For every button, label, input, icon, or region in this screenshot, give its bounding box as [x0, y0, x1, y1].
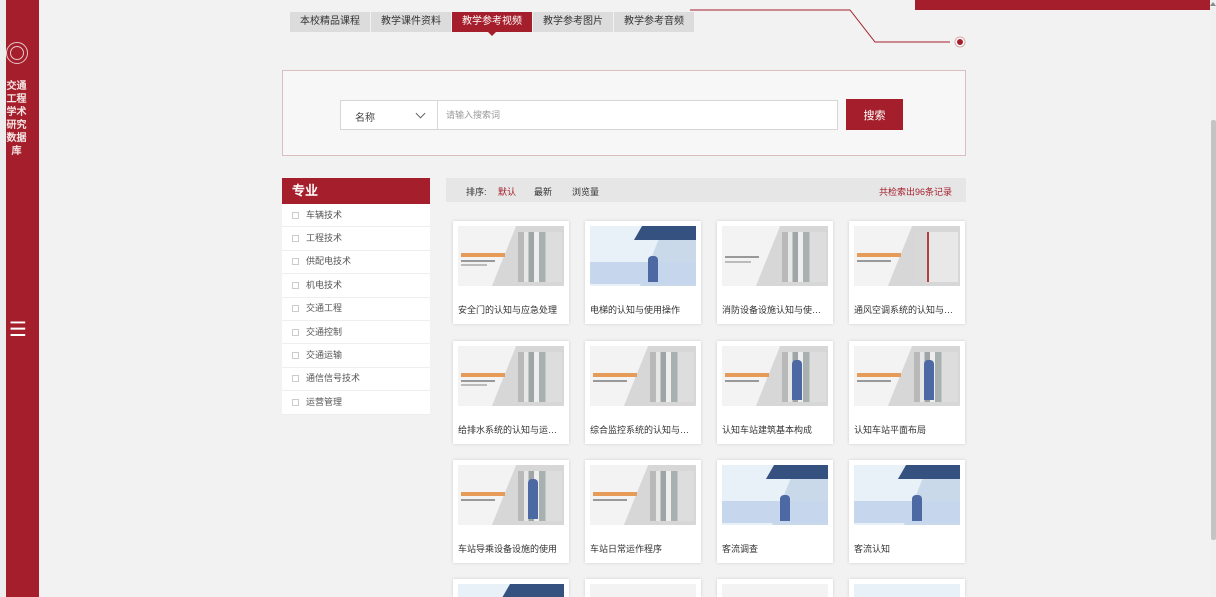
filter-item-label: 车辆技术 [306, 209, 343, 220]
tab-teaching-materials[interactable]: 教学课件资料 [371, 12, 451, 32]
search-button[interactable]: 搜索 [846, 99, 903, 130]
video-title[interactable]: 客流认知 [854, 542, 962, 555]
menu-icon[interactable]: ☰ [9, 320, 27, 340]
video-card[interactable]: 车站导乘设备设施的使用 [453, 460, 569, 563]
major-filter-panel: 专业 车辆技术 工程技术 供配电技术 机电技术 交通工程 交通控制 交通运输 通… [282, 178, 430, 415]
tab-quality-courses[interactable]: 本校精品课程 [290, 12, 370, 32]
checkbox[interactable] [292, 305, 299, 313]
video-thumbnail [458, 584, 564, 597]
video-title[interactable]: 认知车站建筑基本构成 [722, 423, 830, 436]
video-card[interactable] [453, 579, 569, 597]
video-thumbnail [458, 465, 564, 525]
video-card[interactable]: 车站日常运作程序 [585, 460, 701, 563]
video-title[interactable]: 给排水系统的认知与运行管... [458, 423, 566, 436]
video-thumbnail [458, 346, 564, 406]
video-card[interactable]: 安全门的认知与应急处理 [453, 221, 569, 324]
chevron-down-icon [415, 108, 426, 119]
video-title[interactable]: 综合监控系统的认知与使用... [590, 423, 698, 436]
filter-item[interactable]: 通信信号技术 [282, 368, 430, 392]
filter-item-label: 供配电技术 [306, 256, 352, 267]
video-card[interactable]: 通风空调系统的认知与运行... [849, 221, 965, 324]
video-card[interactable]: 认知车站平面布局 [849, 341, 965, 444]
search-field-select[interactable]: 名称 [340, 100, 438, 130]
filter-item-label: 运营管理 [306, 396, 343, 407]
filter-item-label: 交通控制 [306, 326, 343, 337]
result-count: 共检索出96条记录 [878, 187, 952, 197]
video-title[interactable]: 消防设备设施认知与使用操... [722, 303, 830, 316]
video-card[interactable]: 消防设备设施认知与使用操... [717, 221, 833, 324]
checkbox[interactable] [292, 211, 299, 219]
sort-views[interactable]: 浏览量 [572, 185, 599, 198]
university-logo-icon [6, 42, 28, 64]
filter-item-label: 工程技术 [306, 233, 343, 244]
tab-reference-audio[interactable]: 教学参考音频 [614, 12, 694, 32]
filter-item[interactable]: 交通控制 [282, 321, 430, 345]
checkbox[interactable] [292, 398, 299, 406]
video-thumbnail [854, 584, 960, 597]
checkbox[interactable] [292, 328, 299, 336]
video-thumbnail [854, 346, 960, 406]
scrollbar-thumb[interactable] [1211, 120, 1216, 540]
sort-newest[interactable]: 最新 [534, 185, 552, 198]
video-card[interactable] [585, 579, 701, 597]
sort-default[interactable]: 默认 [498, 185, 516, 198]
video-thumbnail [590, 226, 696, 286]
sort-label: 排序: [466, 187, 487, 197]
filter-item[interactable]: 车辆技术 [282, 204, 430, 228]
video-thumbnail [722, 226, 828, 286]
search-field-value: 名称 [355, 113, 375, 124]
filter-item[interactable]: 交通工程 [282, 298, 430, 321]
filter-item-label: 通信信号技术 [306, 373, 361, 384]
video-title[interactable]: 电梯的认知与使用操作 [590, 303, 698, 316]
video-thumbnail [722, 465, 828, 525]
video-title[interactable]: 客流调查 [722, 542, 830, 555]
checkbox[interactable] [292, 375, 299, 383]
video-thumbnail [458, 226, 564, 286]
video-card[interactable]: 客流调查 [717, 460, 833, 563]
video-title[interactable]: 认知车站平面布局 [854, 423, 962, 436]
filter-item-label: 交通工程 [306, 303, 343, 314]
checkbox[interactable] [292, 352, 299, 360]
video-card[interactable]: 综合监控系统的认知与使用... [585, 341, 701, 444]
filter-item[interactable]: 供配电技术 [282, 251, 430, 275]
video-card[interactable] [849, 579, 965, 597]
video-card[interactable] [717, 579, 833, 597]
video-title[interactable]: 车站导乘设备设施的使用 [458, 542, 566, 555]
database-title: 交通工程学术研究数据库 [6, 81, 27, 157]
video-title[interactable]: 车站日常运作程序 [590, 542, 698, 555]
filter-item[interactable]: 机电技术 [282, 274, 430, 298]
video-thumbnail [590, 465, 696, 525]
checkbox[interactable] [292, 281, 299, 289]
video-thumbnail [854, 226, 960, 286]
checkbox[interactable] [292, 235, 299, 243]
video-card[interactable]: 给排水系统的认知与运行管... [453, 341, 569, 444]
scroll-up-icon[interactable] [1210, 2, 1216, 6]
video-card[interactable]: 客流认知 [849, 460, 965, 563]
filter-title: 专业 [282, 178, 430, 204]
filter-item[interactable]: 运营管理 [282, 391, 430, 415]
video-title[interactable]: 安全门的认知与应急处理 [458, 303, 566, 316]
video-thumbnail [722, 584, 828, 597]
search-input[interactable] [438, 100, 838, 130]
filter-item[interactable]: 交通运输 [282, 344, 430, 368]
video-thumbnail [854, 465, 960, 525]
filter-item[interactable]: 工程技术 [282, 227, 430, 251]
checkbox[interactable] [292, 258, 299, 266]
video-thumbnail [590, 346, 696, 406]
sort-bar: 排序: 默认 最新 浏览量 共检索出96条记录 [446, 178, 966, 202]
video-thumbnail [590, 584, 696, 597]
resource-tabs: 本校精品课程 教学课件资料 教学参考视频 教学参考图片 教学参考音频 [290, 12, 695, 36]
video-card[interactable]: 电梯的认知与使用操作 [585, 221, 701, 324]
tab-reference-images[interactable]: 教学参考图片 [533, 12, 613, 32]
decorative-line [690, 9, 966, 48]
video-card[interactable]: 认知车站建筑基本构成 [717, 341, 833, 444]
video-thumbnail [722, 346, 828, 406]
tab-reference-videos[interactable]: 教学参考视频 [452, 12, 532, 36]
filter-item-label: 交通运输 [306, 350, 343, 361]
filter-item-label: 机电技术 [306, 279, 343, 290]
video-title[interactable]: 通风空调系统的认知与运行... [854, 303, 962, 316]
